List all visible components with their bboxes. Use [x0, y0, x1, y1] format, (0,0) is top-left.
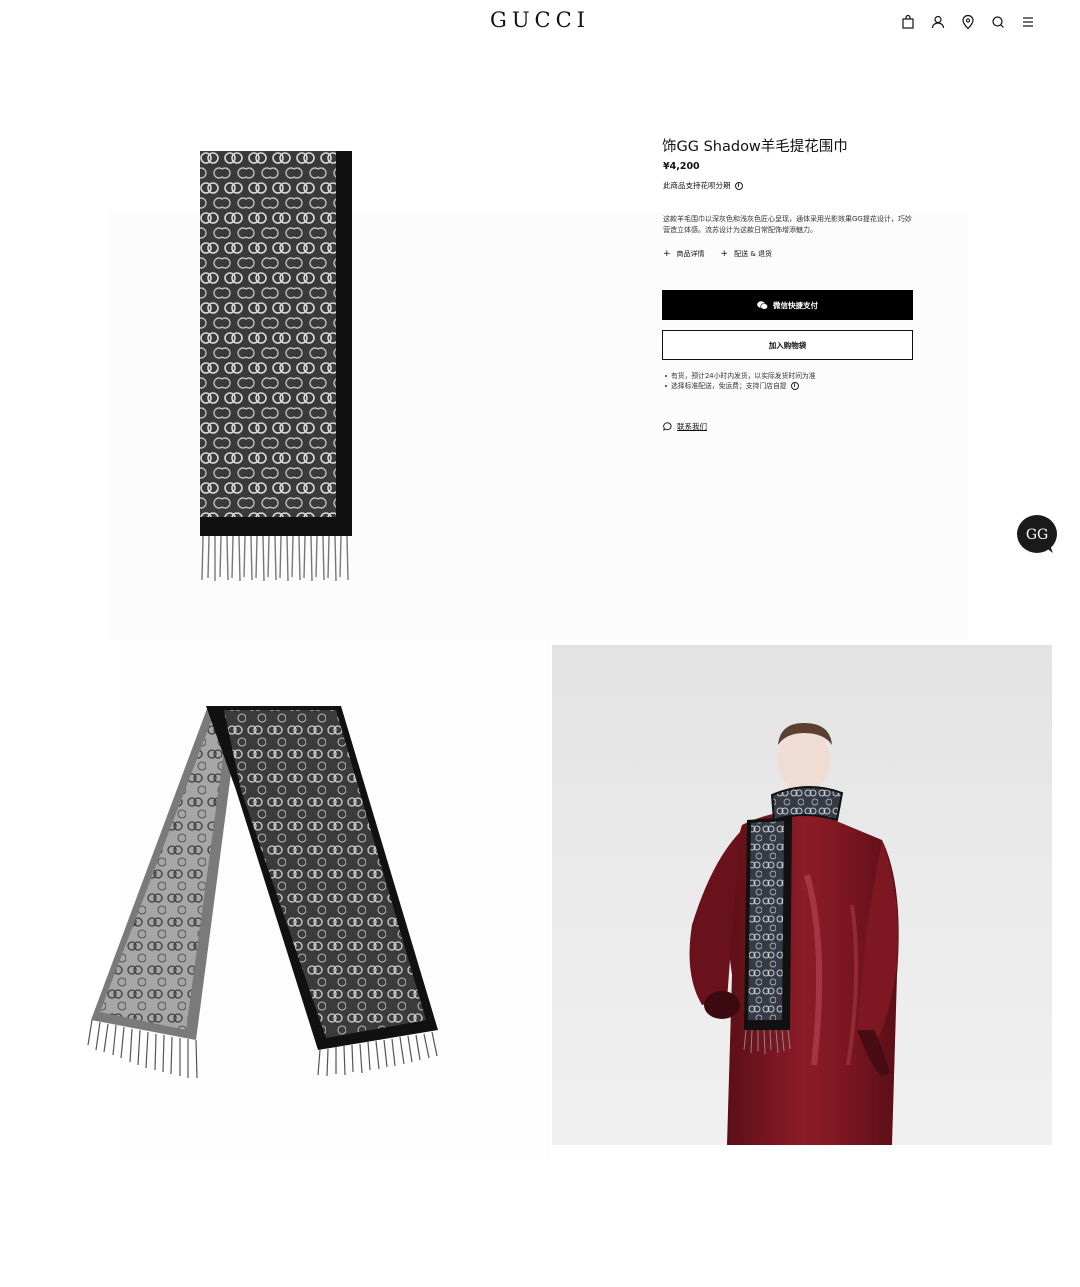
- accordion-product-details[interactable]: + 商品详情: [663, 249, 705, 259]
- header-icon-bar: [900, 14, 1036, 30]
- plus-icon: +: [663, 249, 671, 259]
- installment-note-text: 此商品支持花呗分期: [663, 181, 731, 190]
- shipping-note-text: 选择标准配送，免运费；支持门店自提: [671, 382, 787, 390]
- shopping-bag-icon[interactable]: [900, 14, 916, 30]
- site-header: GUCCI: [0, 0, 1080, 44]
- user-icon[interactable]: [930, 14, 946, 30]
- wechat-pay-label: 微信快捷支付: [773, 300, 818, 310]
- add-to-bag-button[interactable]: 加入购物袋: [662, 330, 913, 360]
- product-description: 这款羊毛围巾以深灰色和浅灰色匠心呈现，通体采用光影效果GG提花设计，巧妙营造立体…: [663, 215, 912, 234]
- contact-us-link[interactable]: 联系我们: [663, 421, 707, 432]
- search-icon[interactable]: [990, 14, 1006, 30]
- accordion-label: 商品详情: [676, 250, 705, 258]
- menu-icon[interactable]: [1020, 14, 1036, 30]
- chat-icon: [663, 422, 672, 431]
- shipping-notes: 有货，预计24小时内发货，以实际发货时间为准 选择标准配送，免运费；支持门店自提…: [665, 371, 816, 391]
- accordion-shipping-returns[interactable]: + 配送 & 退货: [721, 249, 772, 259]
- installment-note: 此商品支持花呗分期 i: [663, 180, 743, 191]
- accordion-label: 配送 & 退货: [734, 250, 773, 258]
- wechat-icon: [757, 300, 768, 310]
- model-wearing-scarf-illustration: [689, 723, 899, 1145]
- plus-icon: +: [720, 249, 729, 259]
- model-photo[interactable]: [552, 645, 1052, 1145]
- product-accordions: + 商品详情 + 配送 & 退货: [663, 249, 772, 259]
- shipping-note: 有货，预计24小时内发货，以实际发货时间为准: [665, 371, 816, 381]
- scarf-folded-image[interactable]: [86, 700, 442, 1080]
- bullet-dot: [665, 385, 667, 387]
- shipping-note: 选择标准配送，免运费；支持门店自提 i: [665, 381, 816, 391]
- wechat-pay-button[interactable]: 微信快捷支付: [662, 290, 913, 320]
- live-chat-icon[interactable]: GG: [1015, 513, 1059, 555]
- shipping-note-text: 有货，预计24小时内发货，以实际发货时间为准: [671, 372, 816, 380]
- location-pin-icon[interactable]: [960, 14, 976, 30]
- bullet-dot: [665, 375, 667, 377]
- scarf-front-image[interactable]: [198, 150, 354, 584]
- product-title: 饰GG Shadow羊毛提花围巾: [662, 139, 848, 155]
- product-price: ¥4,200: [663, 161, 700, 172]
- svg-text:GG: GG: [1026, 527, 1048, 543]
- info-icon[interactable]: i: [790, 382, 799, 390]
- info-icon[interactable]: i: [734, 181, 743, 190]
- contact-us-label: 联系我们: [677, 422, 707, 431]
